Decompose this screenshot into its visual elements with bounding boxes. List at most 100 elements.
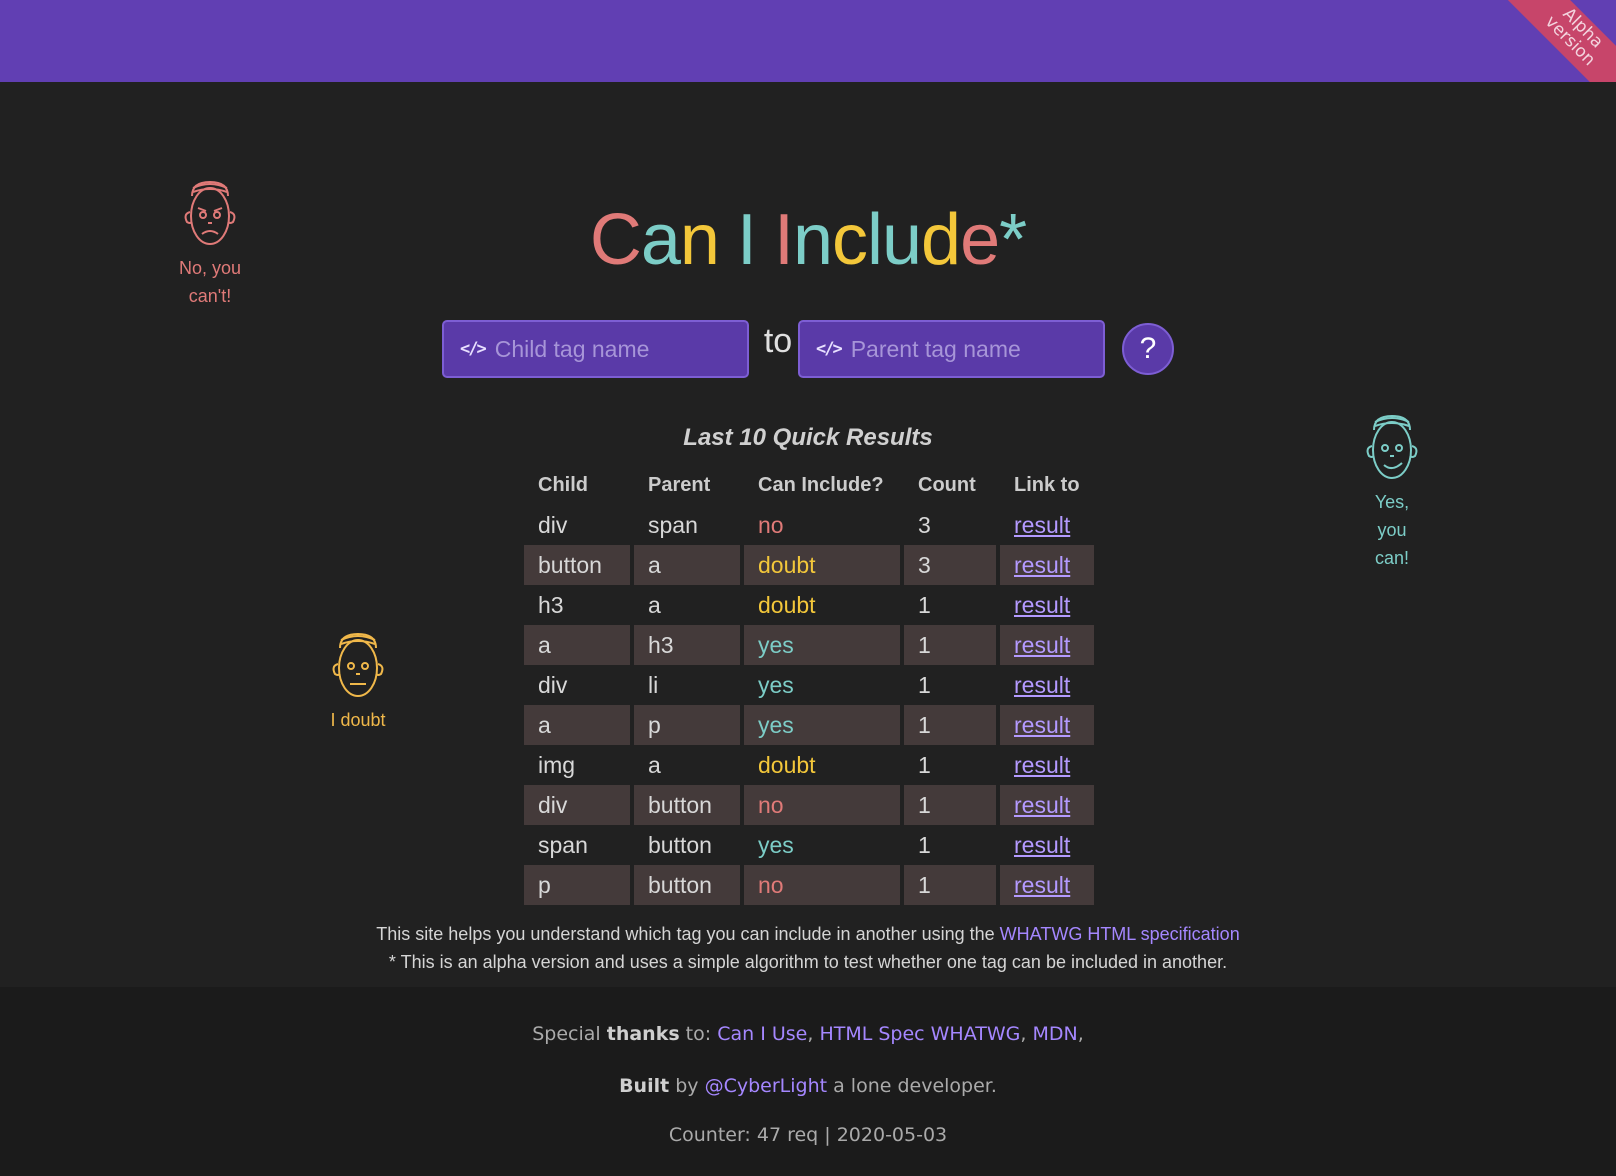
cell-parent: h3 <box>634 625 740 665</box>
title-letter: d <box>921 200 961 280</box>
cell-count: 1 <box>904 865 996 905</box>
cell-can-include: no <box>744 785 900 825</box>
page-title: Can I Include* <box>0 200 1616 280</box>
cell-child: h3 <box>538 591 564 618</box>
cell-parent: p <box>634 705 740 745</box>
cell-count: 1 <box>904 705 996 745</box>
table-row: span button yes 1 result <box>524 825 1094 865</box>
cell-link: result <box>1000 825 1094 865</box>
result-link[interactable]: result <box>1014 512 1070 538</box>
result-link[interactable]: result <box>1014 872 1070 898</box>
child-tag-input[interactable] <box>494 335 725 363</box>
info-text: This site helps you understand which tag… <box>0 920 1616 976</box>
cell-parent: li <box>648 671 659 698</box>
cell-link: result <box>1000 545 1094 585</box>
table-row: a h3 yes 1 result <box>524 625 1094 665</box>
cell-link: result <box>1000 505 1094 545</box>
cell-link: result <box>1000 745 1094 785</box>
title-letter: a <box>640 200 681 280</box>
cell-can-include: doubt <box>758 591 816 618</box>
result-link[interactable]: result <box>1014 672 1070 698</box>
cell-count: 1 <box>904 625 996 665</box>
cell-parent: a <box>648 591 661 618</box>
built-suffix: a lone developer. <box>827 1075 997 1097</box>
help-button[interactable]: ? <box>1122 323 1174 375</box>
cell-link: result <box>1000 785 1094 825</box>
author-link[interactable]: @CyberLight <box>705 1075 828 1097</box>
cell-parent: button <box>634 865 740 905</box>
result-link[interactable]: result <box>1014 632 1070 658</box>
cell-child: a <box>524 705 630 745</box>
cell-can-include: yes <box>758 671 794 698</box>
cell-count: 1 <box>904 785 996 825</box>
result-link[interactable]: result <box>1014 592 1070 618</box>
header-can-include: Can Include? <box>758 474 884 496</box>
cell-count: 3 <box>904 545 996 585</box>
header-link: Link to <box>1014 474 1080 496</box>
title-letter: e <box>960 200 1000 280</box>
cell-link: result <box>1000 865 1094 905</box>
cell-can-include: doubt <box>758 751 816 778</box>
thanks-prefix: Special <box>532 1023 607 1045</box>
cell-can-include: yes <box>744 625 900 665</box>
title-letter: n <box>792 200 833 280</box>
cell-link: result <box>1000 665 1094 705</box>
cell-can-include: no <box>744 865 900 905</box>
cell-child: img <box>538 751 576 778</box>
header-child: Child <box>538 474 588 496</box>
title-letter: u <box>882 200 922 280</box>
result-link[interactable]: result <box>1014 712 1070 738</box>
built-bold: Built <box>619 1075 670 1097</box>
cell-count: 1 <box>918 831 931 858</box>
cell-parent: span <box>648 511 698 538</box>
cell-parent: a <box>634 545 740 585</box>
to-label: to <box>763 322 793 360</box>
table-row: a p yes 1 result <box>524 705 1094 745</box>
top-bar: Alpha version <box>0 0 1616 82</box>
result-link[interactable]: result <box>1014 752 1070 778</box>
result-link[interactable]: result <box>1014 832 1070 858</box>
info-line-2: * This is an alpha version and uses a si… <box>388 952 1228 972</box>
title-letter: n <box>679 200 720 280</box>
mdn-link[interactable]: MDN <box>1032 1023 1077 1045</box>
cell-child: p <box>524 865 630 905</box>
child-tag-field[interactable]: </> <box>442 320 749 378</box>
cell-can-include: doubt <box>744 545 900 585</box>
cell-link: result <box>1000 705 1094 745</box>
table-row: h3 a doubt 1 result <box>524 585 1094 625</box>
table-row: p button no 1 result <box>524 865 1094 905</box>
html-spec-link[interactable]: HTML Spec WHATWG <box>819 1023 1020 1045</box>
face-doubt: I doubt <box>318 630 398 734</box>
cell-parent: a <box>648 751 661 778</box>
parent-tag-field[interactable]: </> <box>798 320 1105 378</box>
counter: Counter: 47 req | 2020-05-03 <box>668 1124 948 1146</box>
cell-parent: button <box>634 785 740 825</box>
parent-tag-input[interactable] <box>850 335 1081 363</box>
face-doubt-label: I doubt <box>330 710 386 730</box>
table-row: img a doubt 1 result <box>524 745 1094 785</box>
info-line-1-text: This site helps you understand which tag… <box>376 924 1000 944</box>
thanks-bold: thanks <box>606 1023 680 1045</box>
alpha-version-ribbon: Alpha version <box>1499 0 1616 82</box>
built-by: by <box>669 1075 705 1097</box>
result-link[interactable]: result <box>1014 792 1070 818</box>
cell-child: div <box>538 511 568 538</box>
neutral-face-icon <box>332 632 384 697</box>
table-row: div button no 1 result <box>524 785 1094 825</box>
header-count: Count <box>918 474 976 496</box>
can-i-use-link[interactable]: Can I Use <box>717 1023 807 1045</box>
code-icon: </> <box>816 339 843 359</box>
built-line: Built by @CyberLight a lone developer. <box>0 1075 1616 1097</box>
whatwg-spec-link[interactable]: WHATWG HTML specification <box>1000 924 1240 944</box>
info-line-1: This site helps you understand which tag… <box>0 920 1616 948</box>
title-letter: l <box>867 200 883 280</box>
cell-count: 3 <box>918 511 931 538</box>
cell-child: div <box>524 785 630 825</box>
result-link[interactable]: result <box>1014 552 1070 578</box>
cell-count: 1 <box>918 671 931 698</box>
results-table: Child Parent Can Include? Count Link to … <box>520 468 1098 905</box>
cell-link: result <box>1000 625 1094 665</box>
cell-can-include: yes <box>744 705 900 745</box>
cell-can-include: yes <box>758 831 794 858</box>
title-letter: c <box>832 200 868 280</box>
